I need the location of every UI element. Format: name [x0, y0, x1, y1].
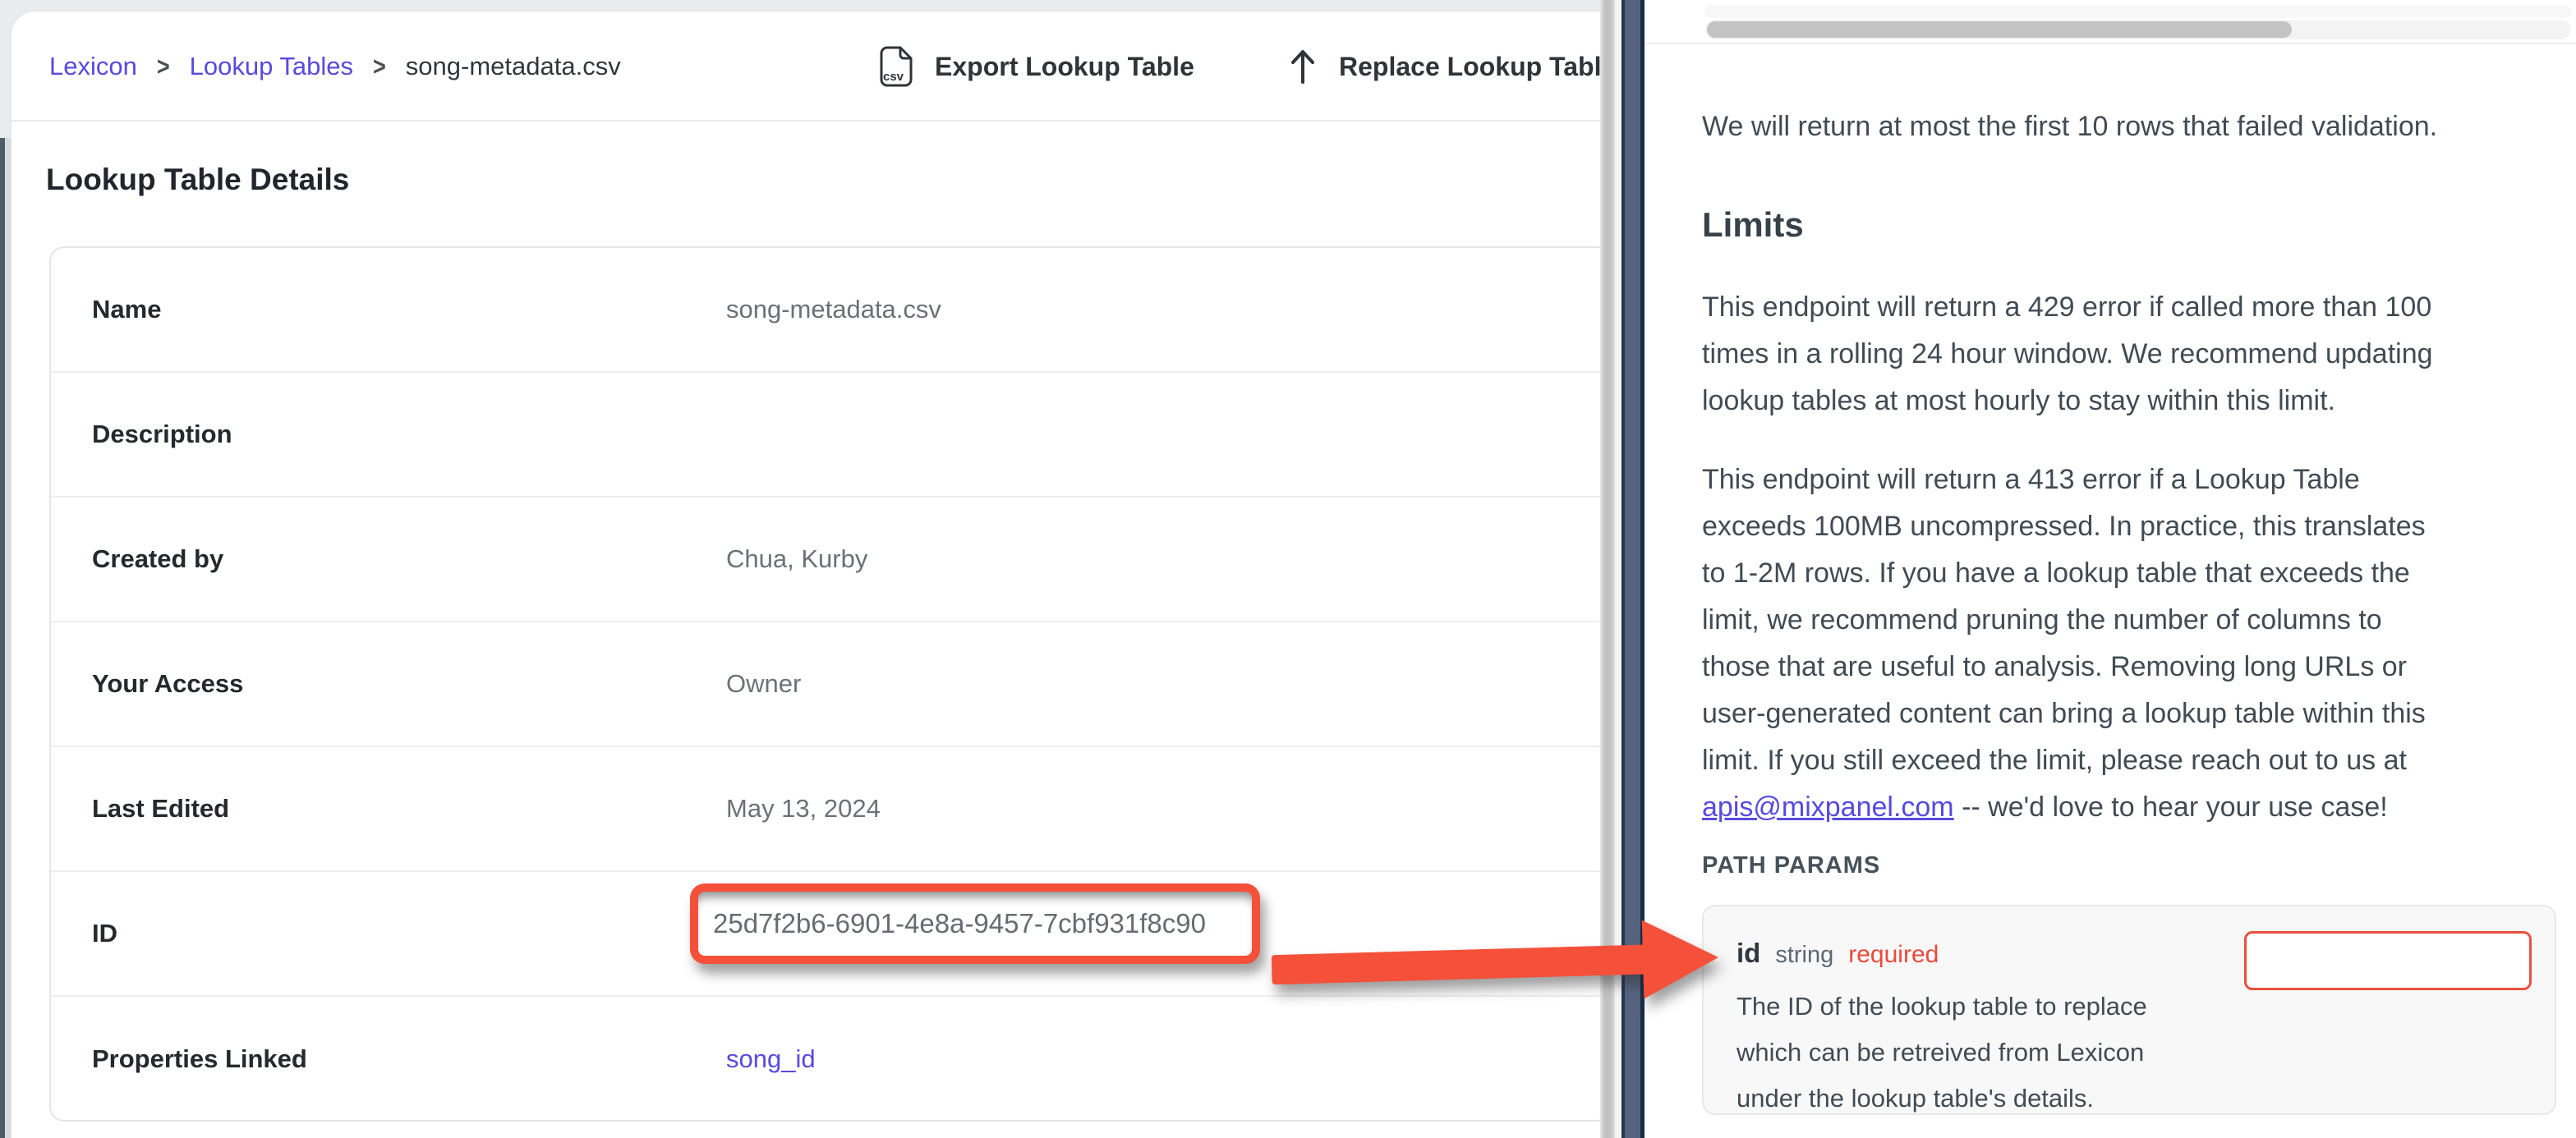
param-type: string	[1775, 942, 1833, 969]
id-value-annotation-box: 25d7f2b6-6901-4e8a-9457-7cbf931f8c90	[690, 883, 1260, 964]
export-button-label: Export Lookup Table	[935, 52, 1194, 82]
arrow-shaft	[1272, 944, 1652, 984]
row-label: Name	[92, 248, 161, 371]
table-row-created-by: Created by Chua, Kurby	[51, 498, 1600, 622]
replace-button-label: Replace Lookup Tabl	[1339, 52, 1600, 82]
docs-intro-text: We will return at most the first 10 rows…	[1702, 103, 2437, 150]
param-description: The ID of the lookup table to replace wh…	[1736, 984, 2147, 1122]
param-header: id string required	[1736, 938, 1939, 969]
row-value: Owner	[726, 622, 801, 746]
csv-file-icon: csv	[877, 45, 915, 88]
param-name: id	[1736, 938, 1760, 969]
row-label: ID	[92, 872, 117, 995]
screen: Lexicon > Lookup Tables > song-metadata.…	[0, 0, 2576, 1138]
export-lookup-table-button[interactable]: csv Export Lookup Table	[877, 11, 1194, 122]
row-label: Created by	[92, 498, 223, 621]
row-value: Chua, Kurby	[726, 498, 867, 621]
horizontal-scrollbar-track[interactable]	[1705, 20, 2571, 39]
docs-top-band	[1705, 5, 2571, 18]
row-value: May 13, 2024	[726, 747, 881, 870]
lookup-table-id-value: 25d7f2b6-6901-4e8a-9457-7cbf931f8c90	[713, 908, 1206, 939]
song-id-link[interactable]: song_id	[726, 997, 816, 1122]
annotation-arrow	[1271, 911, 1721, 1014]
path-param-card: id string required The ID of the lookup …	[1702, 905, 2556, 1115]
panel-header: Lexicon > Lookup Tables > song-metadata.…	[12, 11, 1600, 122]
breadcrumb-separator-icon: >	[157, 52, 170, 81]
table-row-last-edited: Last Edited May 13, 2024	[51, 747, 1600, 872]
table-row-description: Description	[51, 373, 1600, 498]
contact-line: apis@mixpanel.com -- we'd love to hear y…	[1702, 784, 2388, 831]
param-required-badge: required	[1848, 941, 1939, 969]
contact-line-tail: -- we'd love to hear your use case!	[1954, 792, 2388, 823]
table-row-your-access: Your Access Owner	[51, 622, 1600, 747]
apis-mixpanel-email-link[interactable]: apis@mixpanel.com	[1702, 792, 1954, 823]
horizontal-scrollbar-thumb[interactable]	[1707, 21, 2292, 38]
upload-arrow-icon	[1286, 48, 1319, 85]
arrow-head-icon	[1642, 918, 1720, 999]
page-title: Lookup Table Details	[46, 163, 349, 197]
limits-paragraph-413: This endpoint will return a 413 error if…	[1702, 457, 2426, 784]
row-value: song-metadata.csv	[726, 248, 941, 371]
breadcrumb-lookup-tables[interactable]: Lookup Tables	[190, 52, 353, 81]
breadcrumb-separator-icon: >	[373, 52, 386, 81]
svg-text:csv: csv	[883, 70, 904, 84]
id-param-input[interactable]	[2244, 931, 2532, 990]
path-params-heading: PATH PARAMS	[1702, 852, 1880, 879]
docs-panel: We will return at most the first 10 rows…	[1644, 0, 2576, 1138]
window-edge-highlight	[5, 138, 12, 1138]
replace-lookup-table-button[interactable]: Replace Lookup Tabl	[1286, 11, 1600, 122]
table-row-properties-linked: Properties Linked song_id	[51, 997, 1600, 1122]
limits-heading: Limits	[1702, 205, 1804, 245]
breadcrumb-current-file: song-metadata.csv	[406, 52, 621, 81]
row-label: Properties Linked	[92, 997, 307, 1122]
row-label: Your Access	[92, 622, 243, 746]
row-label: Description	[92, 373, 232, 496]
breadcrumb: Lexicon > Lookup Tables > song-metadata.…	[49, 11, 621, 122]
table-row-name: Name song-metadata.csv	[51, 248, 1600, 373]
divider-line	[1644, 43, 2576, 44]
breadcrumb-lexicon[interactable]: Lexicon	[49, 52, 137, 81]
limits-paragraph-429: This endpoint will return a 429 error if…	[1702, 284, 2433, 424]
row-label: Last Edited	[92, 747, 229, 870]
